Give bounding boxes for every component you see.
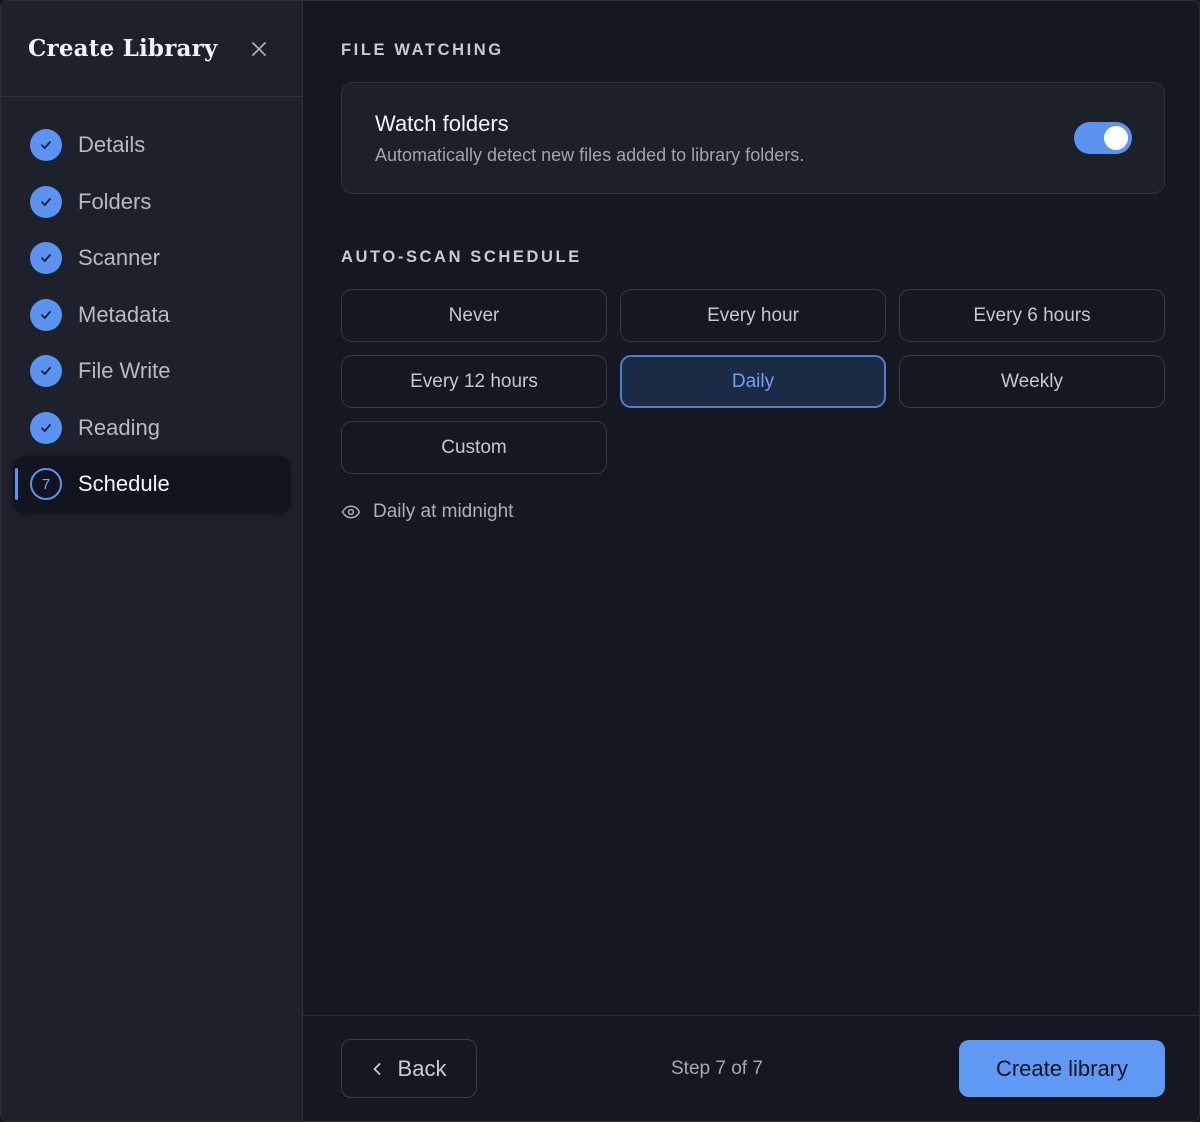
check-icon bbox=[30, 242, 62, 275]
step-label: File Write bbox=[78, 358, 171, 384]
schedule-option-never[interactable]: Never bbox=[341, 289, 607, 342]
schedule-option-weekly[interactable]: Weekly bbox=[899, 355, 1165, 408]
schedule-summary: Daily at midnight bbox=[341, 501, 1165, 523]
step-folders[interactable]: Folders bbox=[13, 174, 290, 231]
step-list: Details Folders Scanner Metadata File Wr… bbox=[1, 97, 302, 513]
step-counter: Step 7 of 7 bbox=[671, 1057, 763, 1079]
step-file-write[interactable]: File Write bbox=[13, 343, 290, 400]
check-icon bbox=[30, 129, 62, 162]
dialog-title: Create Library bbox=[28, 35, 218, 62]
step-details[interactable]: Details bbox=[13, 117, 290, 174]
footer: Back Step 7 of 7 Create library bbox=[303, 1015, 1199, 1121]
schedule-option-every-6-hours[interactable]: Every 6 hours bbox=[899, 289, 1165, 342]
step-number: 7 bbox=[41, 475, 51, 493]
step-label: Reading bbox=[78, 414, 160, 440]
step-label: Metadata bbox=[78, 301, 170, 327]
step-scanner[interactable]: Scanner bbox=[13, 230, 290, 287]
watch-folders-toggle[interactable] bbox=[1074, 122, 1132, 154]
check-icon bbox=[30, 355, 62, 388]
close-icon bbox=[252, 41, 266, 56]
create-library-dialog: Create Library Details Folders Scanner M… bbox=[0, 0, 1200, 1122]
watch-folders-title: Watch folders bbox=[375, 110, 509, 136]
step-metadata[interactable]: Metadata bbox=[13, 287, 290, 344]
check-icon bbox=[30, 185, 62, 218]
close-button[interactable] bbox=[248, 38, 270, 60]
chevron-left-icon bbox=[373, 1062, 380, 1075]
back-label: Back bbox=[397, 1055, 447, 1081]
schedule-option-daily[interactable]: Daily bbox=[620, 355, 886, 408]
schedule-option-every-12-hours[interactable]: Every 12 hours bbox=[341, 355, 607, 408]
step-schedule[interactable]: 7 Schedule bbox=[13, 456, 291, 513]
toggle-knob bbox=[1104, 126, 1128, 150]
step-label: Schedule bbox=[78, 471, 170, 497]
check-icon bbox=[30, 298, 62, 331]
schedule-summary-text: Daily at midnight bbox=[373, 501, 514, 522]
watch-folders-text: Watch folders Automatically detect new f… bbox=[375, 111, 804, 166]
schedule-option-custom[interactable]: Custom bbox=[341, 421, 607, 474]
check-icon bbox=[30, 411, 62, 444]
content: FILE WATCHING Watch folders Automaticall… bbox=[303, 1, 1199, 1015]
step-number-badge: 7 bbox=[30, 468, 62, 501]
step-label: Scanner bbox=[78, 245, 160, 271]
main-panel: FILE WATCHING Watch folders Automaticall… bbox=[303, 1, 1199, 1121]
sidebar: Create Library Details Folders Scanner M… bbox=[1, 1, 303, 1121]
sidebar-header: Create Library bbox=[1, 1, 302, 97]
auto-scan-heading: AUTO-SCAN SCHEDULE bbox=[341, 248, 582, 266]
step-label: Details bbox=[78, 132, 146, 158]
watch-folders-card: Watch folders Automatically detect new f… bbox=[341, 82, 1165, 194]
eye-icon bbox=[341, 505, 361, 519]
back-button[interactable]: Back bbox=[341, 1039, 477, 1098]
create-library-button[interactable]: Create library bbox=[959, 1040, 1165, 1097]
schedule-options: Never Every hour Every 6 hours Every 12 … bbox=[341, 289, 1165, 474]
file-watching-heading: FILE WATCHING bbox=[341, 41, 504, 59]
schedule-option-every-hour[interactable]: Every hour bbox=[620, 289, 886, 342]
step-label: Folders bbox=[78, 188, 152, 214]
watch-folders-description: Automatically detect new files added to … bbox=[375, 144, 805, 165]
step-reading[interactable]: Reading bbox=[13, 400, 290, 457]
